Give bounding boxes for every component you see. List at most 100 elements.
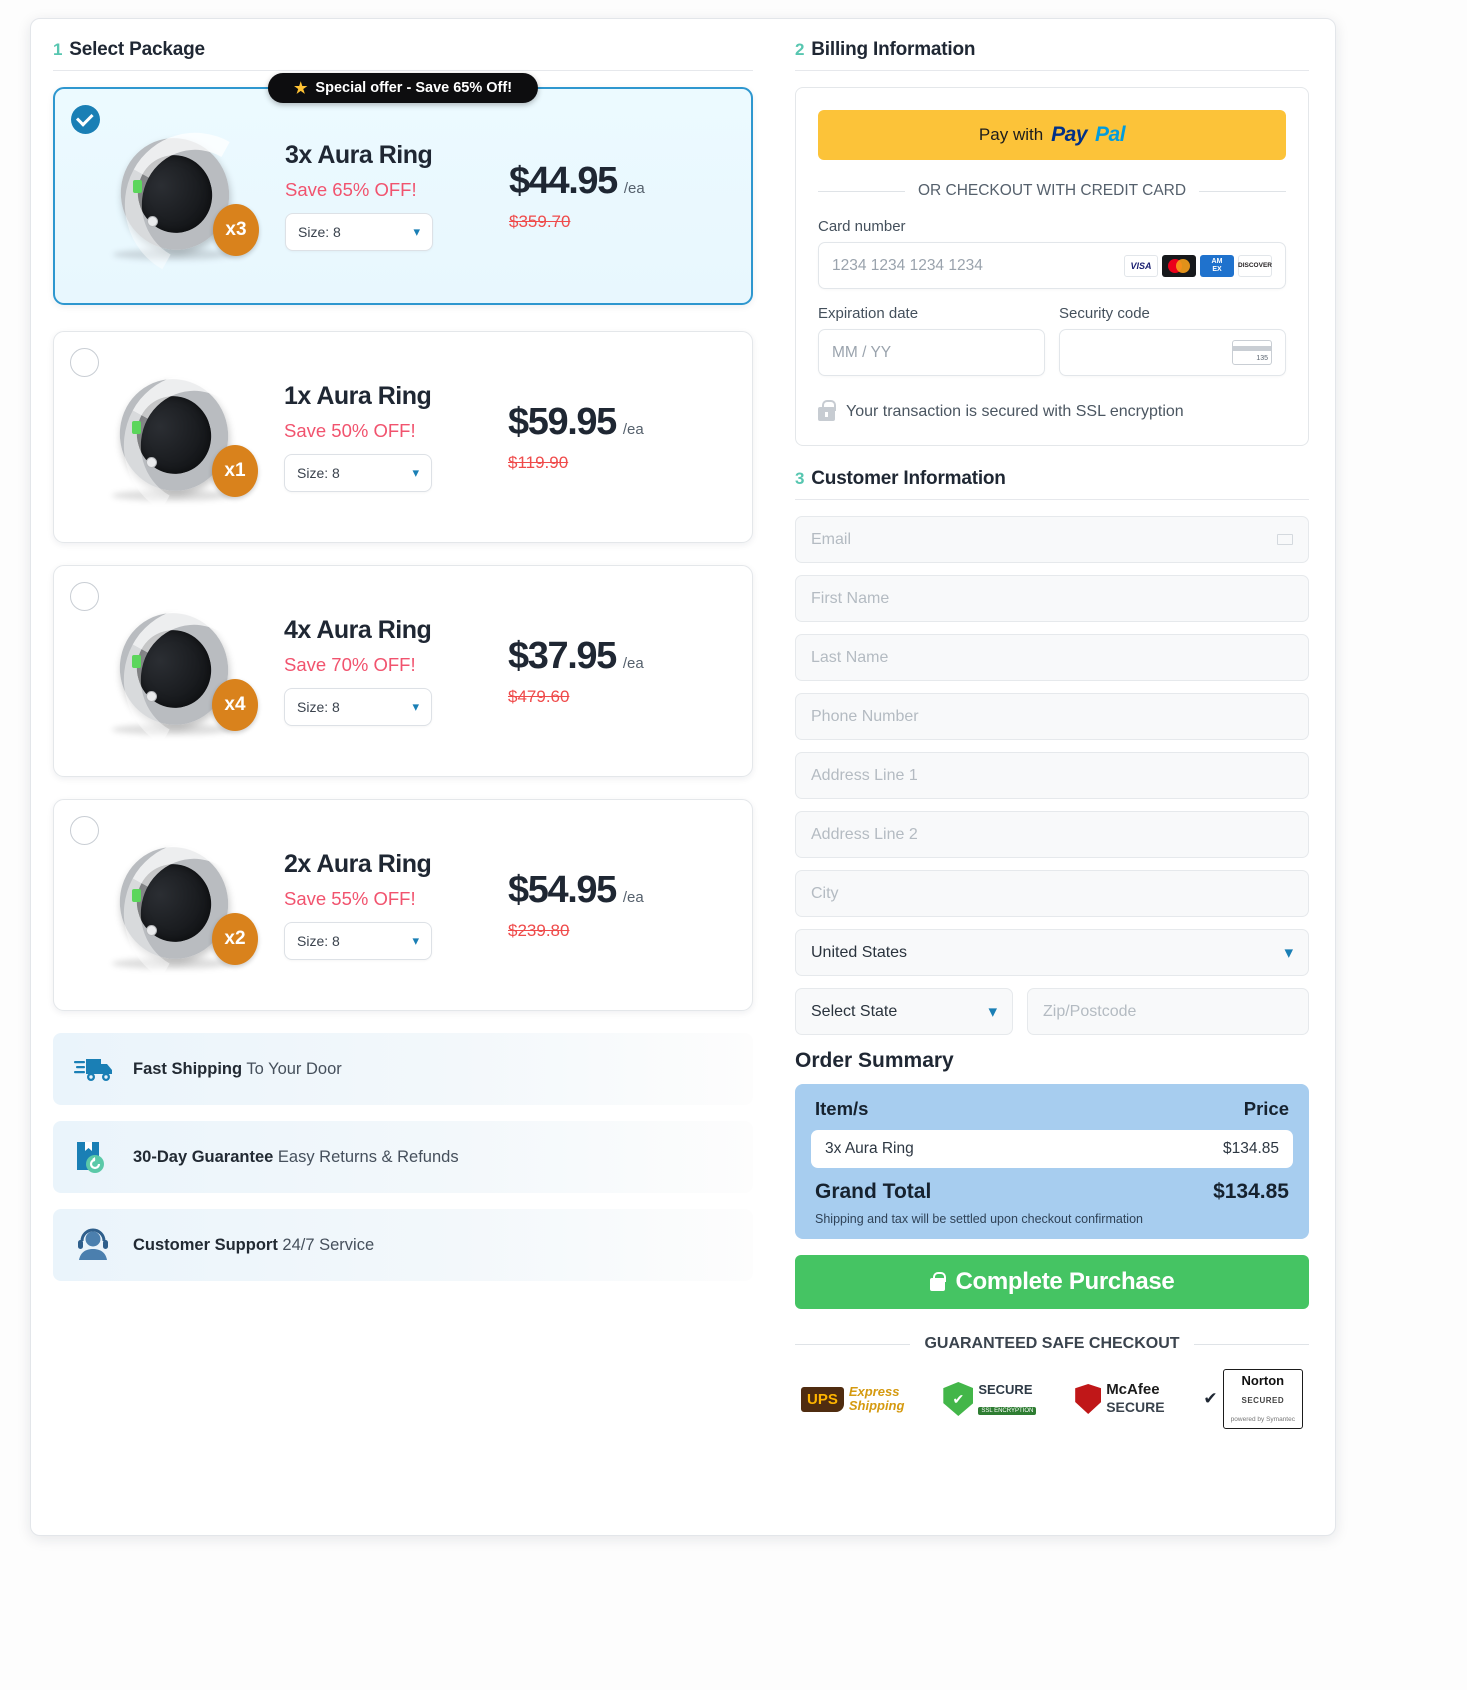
quantity-badge: x4 xyxy=(212,679,258,731)
perk-rest: To Your Door xyxy=(242,1059,342,1078)
country-select[interactable]: United States ▾ xyxy=(795,929,1309,976)
grand-total-row: Grand Total $134.85 xyxy=(811,1168,1293,1206)
size-select-3x[interactable]: Size: 8 ▾ xyxy=(285,213,433,251)
complete-purchase-button[interactable]: Complete Purchase xyxy=(795,1255,1309,1309)
aura-ring-icon: x4 xyxy=(102,600,258,738)
package-save-2x: Save 55% OFF! xyxy=(284,888,416,909)
quantity-badge: x3 xyxy=(213,204,259,256)
order-summary-row: 3x Aura Ring $134.85 xyxy=(811,1130,1293,1168)
package-image-4x: x4 xyxy=(54,600,274,738)
expiry-placeholder: MM / YY xyxy=(832,343,892,361)
size-select-1x[interactable]: Size: 8 ▾ xyxy=(284,454,432,492)
package-title-1x: 1x Aura Ring xyxy=(284,382,432,410)
billing-title: Billing Information xyxy=(811,39,976,60)
country-value: United States xyxy=(811,943,908,961)
size-select-value: Size: 8 xyxy=(297,465,340,481)
card-number-label: Card number xyxy=(818,218,906,235)
chevron-down-icon: ▾ xyxy=(1284,942,1293,962)
norton-seal: ✔ Norton SECURED powered by Symantec xyxy=(1203,1369,1303,1429)
state-select[interactable]: Select State ▾ xyxy=(795,988,1013,1035)
package-was-3x: $359.70 xyxy=(509,212,571,231)
aura-ring-icon: x1 xyxy=(102,366,258,504)
card-number-input[interactable]: 1234 1234 1234 1234 VISA AM EX DISCOVER xyxy=(818,242,1286,289)
ups-text: Express Shipping xyxy=(848,1384,905,1413)
email-field[interactable]: Email xyxy=(795,516,1309,563)
zip-field[interactable]: Zip/Postcode xyxy=(1027,988,1309,1035)
package-option-2x[interactable]: x2 2x Aura Ring Save 55% OFF! Size: 8 ▾ … xyxy=(53,799,753,1011)
phone-field[interactable]: Phone Number xyxy=(795,693,1309,740)
package-option-3x[interactable]: ★ Special offer - Save 65% Off! x3 3x Au… xyxy=(53,73,753,305)
chevron-down-icon: ▾ xyxy=(988,1001,997,1021)
package-unit-3x: /ea xyxy=(623,180,645,197)
package-option-4x[interactable]: x4 4x Aura Ring Save 70% OFF! Size: 8 ▾ … xyxy=(53,565,753,777)
size-select-4x[interactable]: Size: 8 ▾ xyxy=(284,688,432,726)
truck-icon xyxy=(74,1059,112,1081)
expiry-label: Expiration date xyxy=(818,305,919,322)
perk-support: Customer Support 24/7 Service xyxy=(53,1209,753,1281)
credit-card-divider: OR CHECKOUT WITH CREDIT CARD xyxy=(818,182,1286,200)
size-select-value: Size: 8 xyxy=(298,224,341,240)
billing-heading: 2 Billing Information xyxy=(795,39,1309,71)
paypal-prefix: Pay with xyxy=(978,125,1044,144)
perk-support-text: Customer Support 24/7 Service xyxy=(133,1236,374,1255)
size-select-2x[interactable]: Size: 8 ▾ xyxy=(284,922,432,960)
credit-card-divider-label: OR CHECKOUT WITH CREDIT CARD xyxy=(917,182,1187,199)
cvv-hint-icon xyxy=(1232,340,1272,365)
mastercard-icon xyxy=(1162,254,1196,277)
billing-panel: Pay with Pay Pal OR CHECKOUT WITH CREDIT … xyxy=(795,87,1309,446)
phone-placeholder: Phone Number xyxy=(811,707,919,725)
grand-total-value: $134.85 xyxy=(1213,1180,1289,1203)
step-number-1: 1 xyxy=(53,40,63,59)
checkout-column: 2 Billing Information Pay with Pay Pal OR… xyxy=(769,39,1309,1429)
cvc-input[interactable] xyxy=(1059,329,1286,376)
package-option-1x[interactable]: x1 1x Aura Ring Save 50% OFF! Size: 8 ▾ … xyxy=(53,331,753,543)
perk-bold: 30-Day Guarantee xyxy=(133,1147,274,1166)
package-price-1x: $59.95 xyxy=(508,401,617,443)
package-image-2x: x2 xyxy=(54,834,274,972)
headset-icon xyxy=(78,1228,108,1260)
complete-purchase-label: Complete Purchase xyxy=(955,1268,1175,1295)
shipping-tax-note: Shipping and tax will be settled upon ch… xyxy=(815,1212,1143,1226)
size-select-value: Size: 8 xyxy=(297,933,340,949)
address-1-placeholder: Address Line 1 xyxy=(811,766,918,784)
ups-logo: UPS xyxy=(801,1386,844,1412)
size-select-value: Size: 8 xyxy=(297,699,340,715)
first-name-placeholder: First Name xyxy=(811,589,890,607)
secure-ssl-seal: ✔ SECURE SSL ENCRYPTION xyxy=(943,1381,1037,1417)
quantity-badge: x2 xyxy=(212,913,258,965)
state-value: Select State xyxy=(811,1002,898,1020)
perk-rest: Easy Returns & Refunds xyxy=(273,1147,459,1166)
last-name-field[interactable]: Last Name xyxy=(795,634,1309,681)
city-field[interactable]: City xyxy=(795,870,1309,917)
grand-total-label: Grand Total xyxy=(815,1180,932,1203)
paypal-button[interactable]: Pay with Pay Pal xyxy=(818,110,1286,160)
package-was-2x: $239.80 xyxy=(508,921,570,940)
box-return-icon xyxy=(77,1142,104,1173)
chevron-down-icon: ▾ xyxy=(413,224,420,239)
first-name-field[interactable]: First Name xyxy=(795,575,1309,622)
card-number-placeholder: 1234 1234 1234 1234 xyxy=(832,256,983,274)
star-icon: ★ xyxy=(293,79,308,97)
address-2-field[interactable]: Address Line 2 xyxy=(795,811,1309,858)
package-save-3x: Save 65% OFF! xyxy=(285,179,417,200)
card-brand-icons: VISA AM EX DISCOVER xyxy=(1124,254,1272,277)
address-1-field[interactable]: Address Line 1 xyxy=(795,752,1309,799)
perk-fast-shipping: Fast Shipping To Your Door xyxy=(53,1033,753,1105)
zip-placeholder: Zip/Postcode xyxy=(1043,1002,1137,1020)
perk-fast-shipping-text: Fast Shipping To Your Door xyxy=(133,1060,342,1079)
ssl-text: Your transaction is secured with SSL enc… xyxy=(846,402,1184,420)
expiry-input[interactable]: MM / YY xyxy=(818,329,1045,376)
paypal-logo-pal: Pal xyxy=(1095,123,1126,146)
package-unit-2x: /ea xyxy=(622,889,644,906)
order-summary-header: Item/s Price xyxy=(811,1098,1293,1130)
package-unit-4x: /ea xyxy=(622,655,644,672)
norton-text: Norton SECURED powered by Symantec xyxy=(1222,1369,1303,1429)
order-summary-title: Order Summary xyxy=(795,1049,954,1072)
package-price-4x: $37.95 xyxy=(508,635,617,677)
amex-icon: AM EX xyxy=(1200,254,1234,277)
mcafee-seal: McAfee SECURE xyxy=(1075,1381,1165,1417)
perk-bold: Customer Support xyxy=(133,1235,278,1254)
address-2-placeholder: Address Line 2 xyxy=(811,825,918,843)
chevron-down-icon: ▾ xyxy=(412,465,419,480)
package-was-1x: $119.90 xyxy=(508,453,569,472)
